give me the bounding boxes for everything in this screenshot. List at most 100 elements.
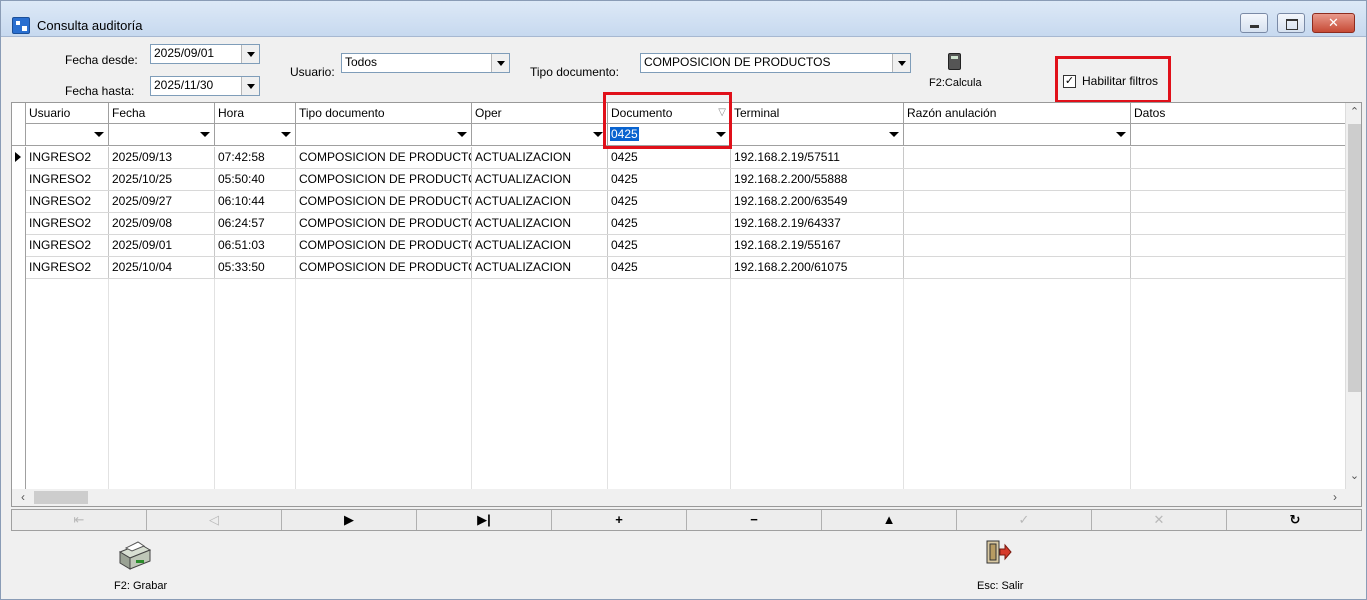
cell-fecha[interactable]: 2025/09/01 <box>109 235 215 256</box>
col-header-razon-anulacion[interactable]: Razón anulación <box>904 103 1131 123</box>
cell-usuario[interactable]: INGRESO2 <box>26 169 109 190</box>
cell-oper[interactable]: ACTUALIZACION <box>472 191 608 212</box>
tipo-documento-select[interactable]: COMPOSICION DE PRODUCTOS <box>640 53 911 73</box>
nav-insert-button[interactable]: + <box>552 510 687 530</box>
scroll-left-icon[interactable]: ‹ <box>16 490 30 504</box>
col-header-documento[interactable]: Documento ▽ <box>608 103 731 123</box>
cell-tipo-documento[interactable]: COMPOSICION DE PRODUCTOS <box>296 213 472 234</box>
cell-usuario[interactable]: INGRESO2 <box>26 257 109 278</box>
cell-datos[interactable] <box>1131 213 1345 234</box>
audit-grid[interactable]: Usuario Fecha Hora Tipo documento Oper D… <box>11 102 1362 507</box>
cell-usuario[interactable]: INGRESO2 <box>26 235 109 256</box>
cell-datos[interactable] <box>1131 235 1345 256</box>
cell-terminal[interactable]: 192.168.2.200/55888 <box>731 169 904 190</box>
nav-next-button[interactable]: ▶ <box>282 510 417 530</box>
cell-documento[interactable]: 0425 <box>608 235 731 256</box>
printer-icon[interactable] <box>114 538 154 574</box>
nav-post-button[interactable]: ✓ <box>957 510 1092 530</box>
cell-datos[interactable] <box>1131 147 1345 168</box>
nav-edit-button[interactable]: ▲ <box>822 510 957 530</box>
cell-datos[interactable] <box>1131 169 1345 190</box>
chevron-down-icon[interactable] <box>589 127 605 142</box>
maximize-button[interactable] <box>1277 13 1305 33</box>
cell-fecha[interactable]: 2025/10/04 <box>109 257 215 278</box>
cell-hora[interactable]: 06:10:44 <box>215 191 296 212</box>
cell-razon-anulacion[interactable] <box>904 147 1131 168</box>
table-row[interactable]: INGRESO2 2025/09/13 07:42:58 COMPOSICION DE… <box>12 147 1345 169</box>
row-indicator[interactable] <box>12 257 26 279</box>
cell-terminal[interactable]: 192.168.2.19/64337 <box>731 213 904 234</box>
row-indicator[interactable] <box>12 147 26 169</box>
col-header-usuario[interactable]: Usuario <box>26 103 109 123</box>
chevron-down-icon[interactable] <box>453 127 469 142</box>
row-indicator[interactable] <box>12 213 26 235</box>
table-row[interactable]: INGRESO2 2025/10/04 05:33:50 COMPOSICION DE… <box>12 257 1345 279</box>
cell-hora[interactable]: 06:51:03 <box>215 235 296 256</box>
scroll-down-icon[interactable]: ⌄ <box>1348 469 1361 483</box>
cell-documento[interactable]: 0425 <box>608 191 731 212</box>
cell-oper[interactable]: ACTUALIZACION <box>472 235 608 256</box>
chevron-down-icon[interactable] <box>712 127 728 142</box>
chevron-down-icon[interactable] <box>90 127 106 142</box>
nav-delete-button[interactable]: − <box>687 510 822 530</box>
cell-fecha[interactable]: 2025/09/27 <box>109 191 215 212</box>
nav-first-button[interactable]: ⇤ <box>12 510 147 530</box>
cell-terminal[interactable]: 192.168.2.19/55167 <box>731 235 904 256</box>
nav-last-button[interactable]: ▶| <box>417 510 552 530</box>
exit-door-icon[interactable] <box>984 538 1012 566</box>
cell-razon-anulacion[interactable] <box>904 169 1131 190</box>
chevron-down-icon[interactable] <box>892 54 910 72</box>
filter-tipo-documento[interactable] <box>296 124 472 145</box>
col-header-terminal[interactable]: Terminal <box>731 103 904 123</box>
vertical-scrollbar[interactable]: ⌃ ⌄ <box>1345 103 1361 489</box>
salir-label[interactable]: Esc: Salir <box>977 580 1023 592</box>
cell-razon-anulacion[interactable] <box>904 235 1131 256</box>
col-header-oper[interactable]: Oper <box>472 103 608 123</box>
chevron-down-icon[interactable] <box>241 77 259 95</box>
calculator-icon[interactable] <box>948 53 961 70</box>
col-header-fecha[interactable]: Fecha <box>109 103 215 123</box>
filter-datos[interactable] <box>1131 124 1345 145</box>
cell-datos[interactable] <box>1131 257 1345 278</box>
chevron-down-icon[interactable] <box>277 127 293 142</box>
grabar-label[interactable]: F2: Grabar <box>114 580 167 592</box>
table-row[interactable]: INGRESO2 2025/10/25 05:50:40 COMPOSICION DE… <box>12 169 1345 191</box>
cell-hora[interactable]: 05:50:40 <box>215 169 296 190</box>
table-row[interactable]: INGRESO2 2025/09/08 06:24:57 COMPOSICION DE… <box>12 213 1345 235</box>
cell-fecha[interactable]: 2025/10/25 <box>109 169 215 190</box>
row-indicator[interactable] <box>12 169 26 191</box>
filter-oper[interactable] <box>472 124 608 145</box>
cell-hora[interactable]: 06:24:57 <box>215 213 296 234</box>
cell-usuario[interactable]: INGRESO2 <box>26 191 109 212</box>
nav-cancel-button[interactable]: ✕ <box>1092 510 1227 530</box>
filter-terminal[interactable] <box>731 124 904 145</box>
cell-terminal[interactable]: 192.168.2.200/61075 <box>731 257 904 278</box>
usuario-select[interactable]: Todos <box>341 53 510 73</box>
vertical-scroll-thumb[interactable] <box>1348 124 1361 392</box>
chevron-down-icon[interactable] <box>885 127 901 142</box>
nav-prior-button[interactable]: ◁ <box>147 510 282 530</box>
cell-oper[interactable]: ACTUALIZACION <box>472 147 608 168</box>
cell-datos[interactable] <box>1131 191 1345 212</box>
nav-refresh-button[interactable]: ↻ <box>1227 510 1363 530</box>
cell-terminal[interactable]: 192.168.2.200/63549 <box>731 191 904 212</box>
cell-usuario[interactable]: INGRESO2 <box>26 213 109 234</box>
horizontal-scrollbar[interactable]: ‹ › <box>12 489 1361 506</box>
cell-oper[interactable]: ACTUALIZACION <box>472 169 608 190</box>
row-indicator[interactable] <box>12 191 26 213</box>
cell-razon-anulacion[interactable] <box>904 213 1131 234</box>
chevron-down-icon[interactable] <box>196 127 212 142</box>
horizontal-scroll-thumb[interactable] <box>34 491 88 504</box>
cell-oper[interactable]: ACTUALIZACION <box>472 257 608 278</box>
cell-documento[interactable]: 0425 <box>608 257 731 278</box>
cell-usuario[interactable]: INGRESO2 <box>26 147 109 168</box>
cell-documento[interactable]: 0425 <box>608 213 731 234</box>
scroll-right-icon[interactable]: › <box>1328 490 1342 504</box>
cell-tipo-documento[interactable]: COMPOSICION DE PRODUCTOS <box>296 235 472 256</box>
filter-razon-anulacion[interactable] <box>904 124 1131 145</box>
minimize-button[interactable] <box>1240 13 1268 33</box>
row-indicator[interactable] <box>12 235 26 257</box>
chevron-down-icon[interactable] <box>241 45 259 63</box>
cell-hora[interactable]: 07:42:58 <box>215 147 296 168</box>
table-row[interactable]: INGRESO2 2025/09/01 06:51:03 COMPOSICION DE… <box>12 235 1345 257</box>
